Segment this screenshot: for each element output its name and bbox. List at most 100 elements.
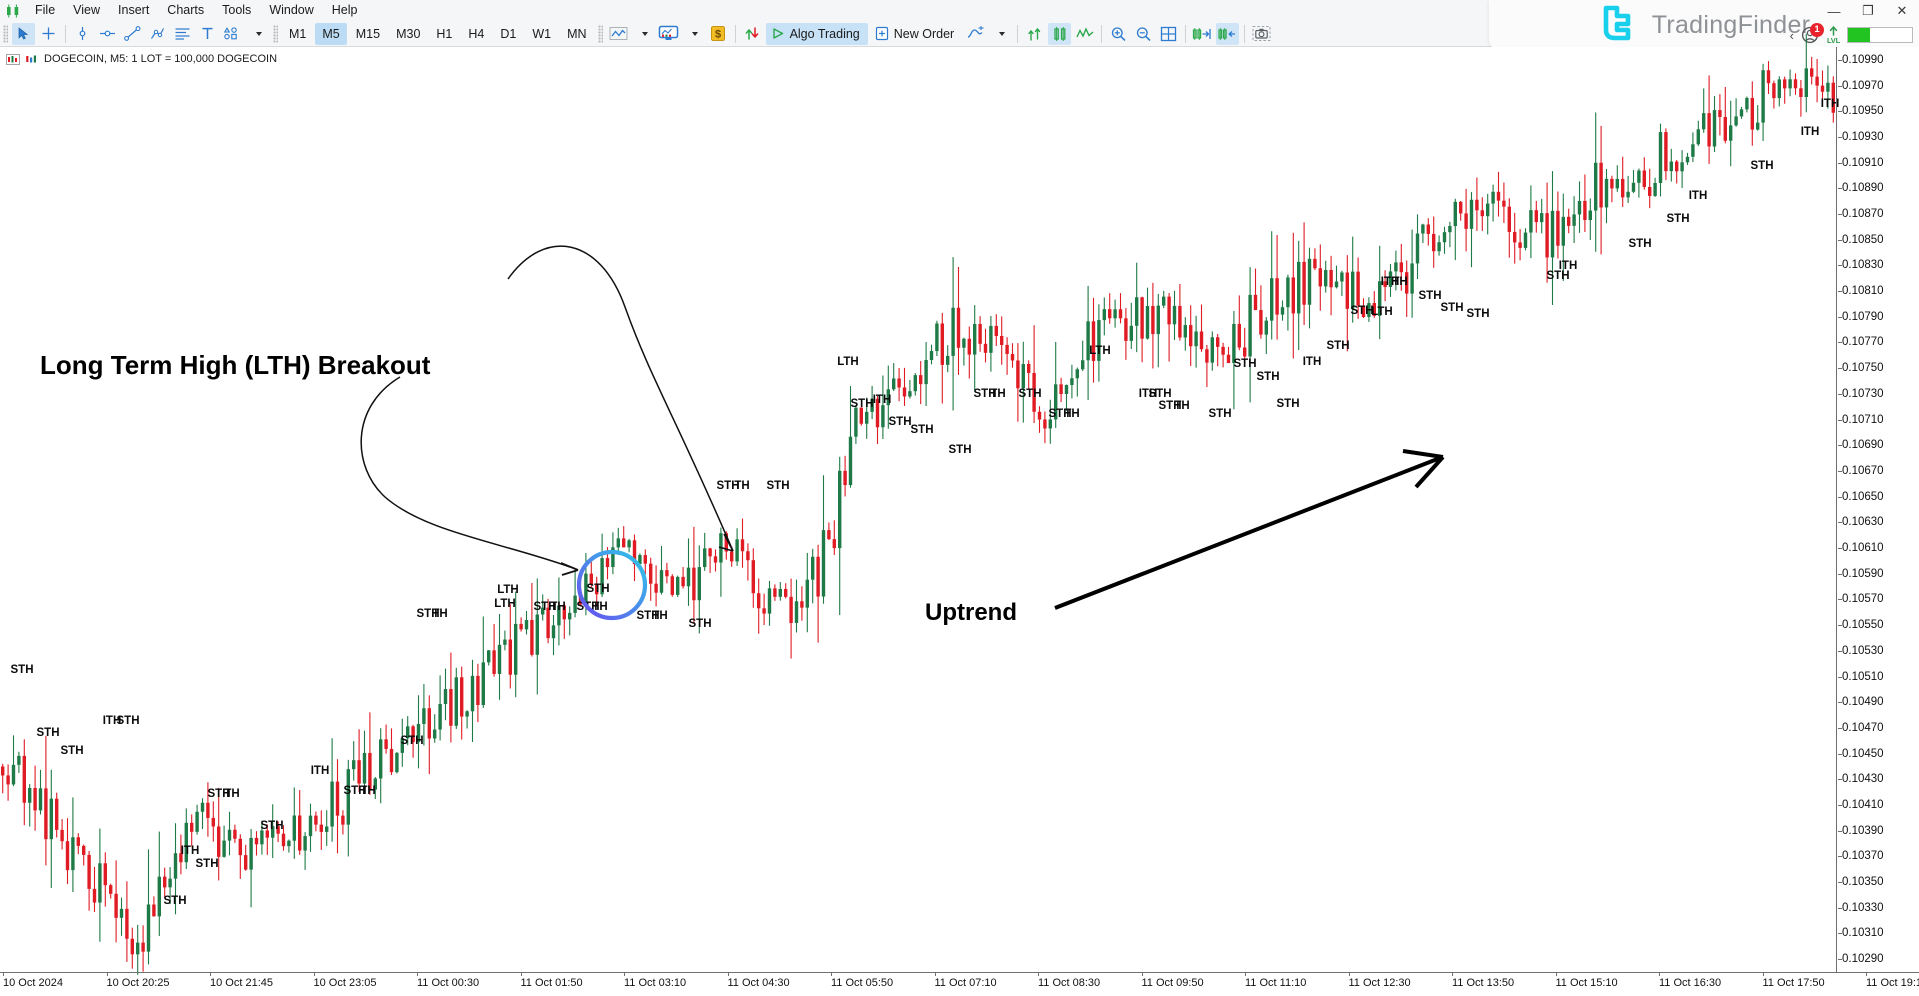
candle-body [778, 588, 782, 597]
timeframe-mn[interactable]: MN [560, 23, 593, 45]
horizontal-line-tool-button[interactable] [96, 23, 119, 45]
menu-view[interactable]: View [64, 0, 109, 21]
cursor-tool-button[interactable] [12, 22, 35, 45]
candle-body [1145, 306, 1150, 339]
status-tray: ‹ 1 LVL [1790, 22, 1913, 48]
candle-body [1772, 83, 1776, 99]
templates-button[interactable] [657, 23, 680, 45]
timeframe-d1[interactable]: D1 [493, 23, 523, 45]
algo-trading-button[interactable]: Algo Trading [765, 22, 868, 45]
currency-button[interactable]: $ [707, 23, 730, 45]
scroll-to-start-button[interactable] [1216, 22, 1240, 45]
horizontal-line-icon [100, 30, 115, 37]
candle-body [1037, 411, 1042, 420]
templates-dropdown-button[interactable] [682, 23, 705, 45]
autoscroll-button[interactable] [1023, 23, 1046, 45]
time-tick: 11 Oct 15:10 [1555, 972, 1618, 989]
candle-body [1448, 226, 1452, 233]
text-tool-button[interactable] [196, 23, 219, 45]
candle-body [757, 593, 761, 609]
oscillator-button[interactable] [1073, 23, 1096, 45]
time-axis[interactable]: 10 Oct 2024 10 Oct 20:25 10 Oct 21:45 10 Oc… [0, 972, 1919, 996]
candle-body [1151, 306, 1155, 335]
candle-body [1156, 305, 1160, 335]
swing-point-label: ITH [311, 765, 330, 777]
screenshot-button[interactable] [1250, 23, 1273, 45]
price-axis[interactable]: 0.10990 0.10970 0.10950 0.10930 0.10910 0.108… [1836, 47, 1919, 972]
market-depth-button[interactable] [741, 23, 764, 45]
candle-body [1221, 346, 1225, 355]
close-button[interactable]: ✕ [1885, 0, 1919, 22]
timeframe-m1[interactable]: M1 [282, 23, 313, 45]
candle-body [1540, 213, 1544, 223]
timeframe-m5[interactable]: M5 [315, 22, 347, 45]
zoom-in-button[interactable] [1107, 23, 1130, 45]
chart-shift-button[interactable] [1048, 22, 1072, 45]
candle-body [1, 766, 5, 776]
chart-type-dropdown-button[interactable] [632, 23, 655, 45]
timeframe-h1[interactable]: H1 [429, 23, 459, 45]
swing-point-label: ITH [1559, 260, 1578, 272]
time-tick: 11 Oct 17:50 [1762, 972, 1825, 989]
scroll-to-end-button[interactable] [1191, 23, 1214, 45]
candle-body [1000, 335, 1004, 345]
candlestick-layer: STHSTHSTHITHSTHSTHITHSTHSTHTHSTHITHSTHTH… [1, 33, 1839, 975]
maximize-button[interactable]: ❐ [1851, 0, 1885, 22]
timeframe-w1[interactable]: W1 [525, 23, 558, 45]
candle-body [740, 539, 745, 552]
menu-insert[interactable]: Insert [109, 0, 158, 21]
candle-body [1243, 347, 1247, 357]
candle-body [1766, 70, 1771, 84]
time-tick: 11 Oct 11:10 [1245, 972, 1307, 989]
chart-symbol-text: DOGECOIN, M5: 1 LOT = 100,000 DOGECOIN [44, 53, 278, 65]
minimize-button[interactable]: — [1817, 0, 1851, 22]
candle-body [1410, 263, 1414, 294]
menu-help[interactable]: Help [323, 0, 367, 21]
candle-body [643, 555, 647, 564]
candle-body [1820, 85, 1825, 92]
indicators-button[interactable] [964, 23, 987, 45]
new-order-button[interactable]: New Order [870, 23, 962, 45]
time-tick: 10 Oct 21:45 [210, 972, 273, 989]
chevron-left-icon[interactable]: ‹ [1790, 28, 1794, 43]
candle-body [1070, 378, 1074, 386]
crosshair-tool-button[interactable] [37, 23, 60, 45]
candle-body [946, 355, 950, 365]
trendline-tool-button[interactable] [121, 23, 144, 45]
candle-body [1702, 113, 1706, 130]
polyline-tool-button[interactable] [146, 23, 169, 45]
indicators-dropdown-button[interactable] [989, 23, 1012, 45]
shapes-dropdown-button[interactable] [246, 23, 269, 45]
shapes-tool-button[interactable] [221, 23, 244, 45]
candle-body [1345, 272, 1349, 309]
swing-point-label: TH [652, 610, 667, 622]
candle-body [238, 838, 242, 856]
candle-body [605, 558, 610, 568]
chart-area[interactable]: DOGECOIN, M5: 1 LOT = 100,000 DOGECOIN S… [0, 33, 1919, 996]
candle-body [568, 612, 572, 620]
candle-body [49, 798, 53, 840]
chart-plot[interactable]: STH STH STH ITH STH STH ITH STH STH TH STH ITH STH TH… [0, 33, 1839, 975]
notifications-button[interactable]: 1 [1801, 22, 1824, 45]
crosshair-icon [42, 27, 55, 40]
swing-point-label: LTH [1371, 306, 1393, 318]
menu-file[interactable]: File [26, 0, 64, 21]
price-tick: 0.10350 [1838, 876, 1884, 889]
candle-body [1556, 210, 1560, 246]
timeframe-m30[interactable]: M30 [389, 23, 427, 45]
candle-body [503, 639, 507, 645]
connection-meter[interactable] [1847, 27, 1913, 43]
timeframe-h4[interactable]: H4 [461, 23, 491, 45]
vertical-line-tool-button[interactable] [71, 23, 94, 45]
candle-body [1696, 129, 1700, 145]
chart-type-button[interactable] [607, 23, 630, 45]
candle-body [60, 829, 64, 842]
tile-windows-button[interactable] [1157, 23, 1180, 45]
zoom-out-button[interactable] [1132, 23, 1155, 45]
menu-charts[interactable]: Charts [158, 0, 213, 21]
menu-window[interactable]: Window [260, 0, 322, 21]
fibonacci-tool-button[interactable] [171, 23, 194, 45]
timeframe-m15[interactable]: M15 [349, 23, 387, 45]
time-tick: 11 Oct 00:30 [417, 972, 480, 989]
menu-tools[interactable]: Tools [213, 0, 260, 21]
